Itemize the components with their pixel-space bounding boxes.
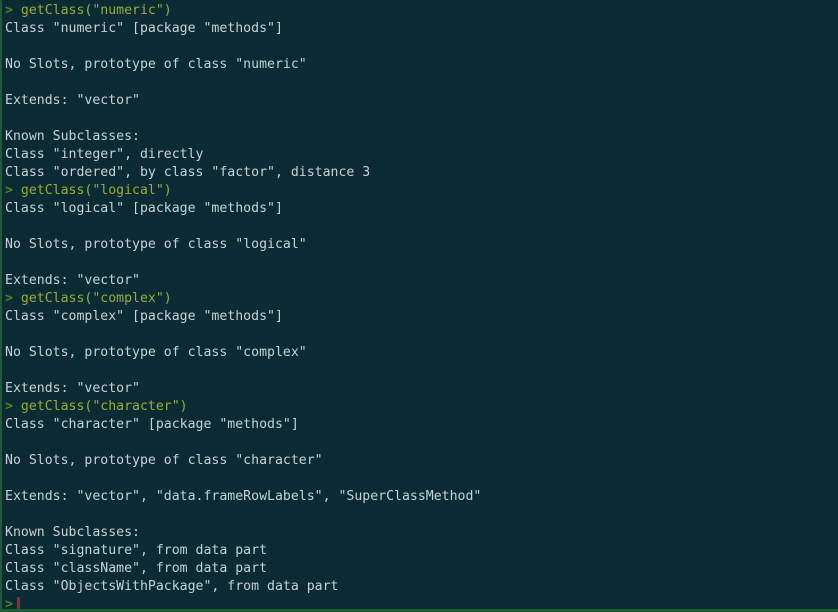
command-text: getClass("complex")	[12, 291, 172, 306]
terminal-command-line: > getClass("complex")	[5, 290, 838, 308]
prompt-symbol: >	[5, 597, 13, 612]
command-text: getClass("numeric")	[12, 3, 172, 18]
terminal-output-line: Class "integer", directly	[5, 147, 204, 162]
terminal-output-line: No Slots, prototype of class "complex"	[5, 345, 307, 360]
terminal-output-line: Class "logical" [package "methods"]	[5, 201, 283, 216]
terminal-command-line: > getClass("numeric")	[5, 2, 838, 20]
text-cursor	[16, 597, 20, 609]
terminal-output-line: No Slots, prototype of class "character"	[5, 453, 323, 468]
terminal-window[interactable]: > getClass("numeric") Class "numeric" [pa…	[0, 0, 838, 612]
terminal-output-line: Class "ordered", by class "factor", dist…	[5, 165, 371, 180]
terminal-output-line: Class "character" [package "methods"]	[5, 417, 299, 432]
terminal-output-line: Extends: "vector"	[5, 93, 140, 108]
terminal-output-line: Extends: "vector"	[5, 381, 140, 396]
terminal-output-line: Extends: "vector", "data.frameRowLabels"…	[5, 489, 482, 504]
terminal-output-line: Known Subclasses:	[5, 525, 140, 540]
terminal-command-line: > getClass("logical")	[5, 182, 838, 200]
terminal-output-line: Class "ObjectsWithPackage", from data pa…	[5, 579, 339, 594]
terminal-output-area[interactable]: > getClass("numeric") Class "numeric" [pa…	[2, 0, 838, 612]
terminal-output-line: No Slots, prototype of class "logical"	[5, 237, 307, 252]
terminal-output-line: Class "complex" [package "methods"]	[5, 309, 283, 324]
terminal-command-line: > getClass("character")	[5, 398, 838, 416]
terminal-output-line: Class "className", from data part	[5, 561, 268, 576]
command-text: getClass("logical")	[12, 183, 172, 198]
prompt-symbol: >	[5, 3, 13, 18]
terminal-output-line: Known Subclasses:	[5, 129, 140, 144]
prompt-symbol: >	[5, 291, 13, 306]
terminal-active-prompt-line[interactable]: >	[5, 596, 838, 612]
prompt-symbol: >	[5, 183, 13, 198]
command-text: getClass("character")	[12, 399, 188, 414]
terminal-output-line: Class "signature", from data part	[5, 543, 268, 558]
terminal-output-line: No Slots, prototype of class "numeric"	[5, 57, 307, 72]
terminal-output-line: Class "numeric" [package "methods"]	[5, 21, 283, 36]
terminal-output-line: Extends: "vector"	[5, 273, 140, 288]
prompt-symbol: >	[5, 399, 13, 414]
